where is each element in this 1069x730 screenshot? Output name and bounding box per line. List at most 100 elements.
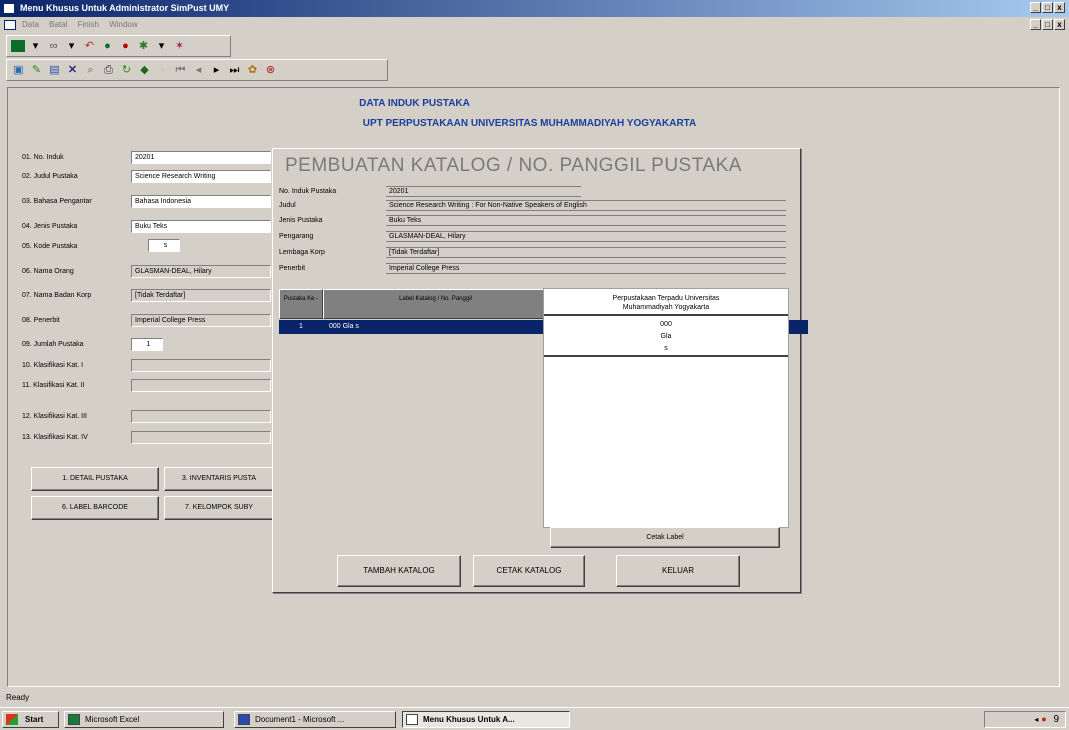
klasifikasi-3-field[interactable] <box>131 410 271 423</box>
keluar-button[interactable]: KELUAR <box>616 555 740 587</box>
dialog-penerbit-field[interactable]: Imperial College Press <box>386 263 786 274</box>
field-label-jumlah: 09. Jumlah Pustaka <box>22 341 84 348</box>
edit-icon[interactable]: ✎ <box>29 63 44 78</box>
judul-field[interactable]: Science Research Writing <box>131 170 271 183</box>
filter-icon[interactable]: ◆ <box>137 63 152 78</box>
start-label: Start <box>25 715 44 724</box>
dialog-judul-field[interactable]: Science Research Writing : For Non-Nativ… <box>386 200 786 211</box>
undo-icon[interactable]: ↶ <box>82 39 97 54</box>
preview-author-code: Gla <box>660 333 672 340</box>
preview-title-code: s <box>664 345 668 352</box>
prev-record-icon[interactable]: ◂ <box>191 63 206 78</box>
child-minimize-button[interactable]: _ <box>1030 19 1041 30</box>
star-icon[interactable]: ✶ <box>172 39 187 54</box>
word-icon <box>238 714 250 725</box>
taskbar-menu-khusus[interactable]: Menu Khusus Untuk A... <box>402 711 570 728</box>
monitor-icon[interactable] <box>11 40 25 52</box>
klasifikasi-1-field[interactable] <box>131 359 271 372</box>
field-label-klasifikasi-1: 10. Klasifikasi Kat. I <box>22 362 84 369</box>
preview-bottom-rule <box>544 355 788 357</box>
dropdown-arrow-icon[interactable]: ▾ <box>154 39 169 54</box>
next-record-icon[interactable]: ▸ <box>209 63 224 78</box>
maximize-button[interactable]: □ <box>1042 2 1053 13</box>
field-label-badan-korp: 07. Nama Badan Korp <box>22 292 92 299</box>
label-preview: Perpustakaan Terpadu Universitas Muhamma… <box>543 288 789 528</box>
tools-icon[interactable]: ✱ <box>136 39 151 54</box>
window-controls: _ □ x <box>1030 2 1065 13</box>
status-bar: Ready <box>6 693 30 702</box>
window-title: Menu Khusus Untuk Administrator SimPust … <box>20 3 230 13</box>
field-label-kode: 05. Kode Pustaka <box>22 243 78 250</box>
field-label-bahasa: 03. Bahasa Pengantar <box>22 198 92 205</box>
start-button[interactable]: Start <box>2 711 59 728</box>
inventaris-pustaka-button[interactable]: 3. INVENTARIS PUSTA <box>164 467 274 491</box>
taskbar-excel[interactable]: Microsoft Excel <box>64 711 224 728</box>
first-record-icon[interactable]: ⏮ <box>173 63 188 78</box>
no-induk-field[interactable]: 20201 <box>131 151 271 164</box>
form-header-institution: UPT PERPUSTAKAAN UNIVERSITAS MUHAMMADIYA… <box>362 118 697 129</box>
link-icon[interactable]: ∞ <box>46 39 61 54</box>
dialog-title: PEMBUATAN KATALOG / NO. PANGGIL PUSTAKA <box>285 155 742 176</box>
search-icon[interactable]: ⌕ <box>83 63 98 78</box>
klasifikasi-2-field[interactable] <box>131 379 271 392</box>
jenis-field[interactable]: Buku Teks <box>131 220 271 233</box>
menu-finish[interactable]: Finish <box>78 20 99 29</box>
preview-library-line2: Muhammadiyah Yogyakarta <box>622 304 710 311</box>
taskbar-word-label: Document1 - Microsoft ... <box>255 715 345 724</box>
volume-icon[interactable]: ◂ <box>1034 715 1038 724</box>
new-record-icon[interactable]: ▣ <box>11 63 26 78</box>
kelompok-subyek-button[interactable]: 7. KELOMPOK SUBY <box>164 496 274 520</box>
help-icon[interactable]: ✿ <box>245 63 260 78</box>
child-close-button[interactable]: x <box>1054 19 1065 30</box>
globe-icon[interactable]: ● <box>100 39 115 54</box>
exit-icon[interactable]: ⊗ <box>263 63 278 78</box>
print-icon[interactable]: ⎙ <box>101 63 116 78</box>
minimize-button[interactable]: _ <box>1030 2 1041 13</box>
field-label-klasifikasi-4: 13. Klasifikasi Kat. IV <box>22 434 88 441</box>
penerbit-field[interactable]: Imperial College Press <box>131 314 271 327</box>
dialog-jenis-field[interactable]: Buku Teks <box>386 215 786 226</box>
delete-icon[interactable]: ✕ <box>65 63 80 78</box>
preview-top-rule <box>544 314 788 316</box>
bahasa-field[interactable]: Bahasa Indonesia <box>131 195 271 208</box>
dialog-label-pengarang: Pengarang <box>279 233 314 240</box>
tambah-katalog-button[interactable]: TAMBAH KATALOG <box>337 555 461 587</box>
dialog-no-induk-field[interactable]: 20201 <box>386 186 581 197</box>
taskbar-menu-khusus-label: Menu Khusus Untuk A... <box>423 715 515 724</box>
jumlah-field[interactable]: 1 <box>131 338 163 351</box>
label-barcode-button[interactable]: 6. LABEL BARCODE <box>31 496 159 520</box>
close-button[interactable]: x <box>1054 2 1065 13</box>
klasifikasi-4-field[interactable] <box>131 431 271 444</box>
field-label-penerbit: 08. Penerbit <box>22 317 60 324</box>
save-icon[interactable]: ▤ <box>47 63 62 78</box>
field-label-jenis: 04. Jenis Pustaka <box>22 223 78 230</box>
menu-window[interactable]: Window <box>109 20 137 29</box>
dialog-label-judul: Judul <box>279 202 296 209</box>
app-window-icon <box>406 714 418 725</box>
kode-field[interactable]: s <box>148 239 180 252</box>
excel-icon <box>68 714 80 725</box>
child-maximize-button[interactable]: □ <box>1042 19 1053 30</box>
dropdown-arrow-icon[interactable]: ▾ <box>28 39 43 54</box>
field-label-klasifikasi-2: 11. Klasifikasi Kat. II <box>22 382 85 389</box>
nama-orang-field[interactable]: GLASMAN-DEAL, Hilary <box>131 265 271 278</box>
menu-batal[interactable]: Batal <box>49 20 67 29</box>
network-icon[interactable]: ● <box>1041 714 1046 724</box>
menu-data[interactable]: Data <box>22 20 39 29</box>
detail-pustaka-button[interactable]: 1. DETAIL PUSTAKA <box>31 467 159 491</box>
child-window-controls: _ □ x <box>1030 19 1065 30</box>
dialog-label-no-induk: No. Induk Pustaka <box>279 188 337 195</box>
dialog-lembaga-field[interactable]: [Tidak Terdaftar] <box>386 247 786 258</box>
cetak-katalog-button[interactable]: CETAK KATALOG <box>473 555 585 587</box>
dropdown-arrow-icon[interactable]: ▾ <box>64 39 79 54</box>
cetak-label-button[interactable]: Cetak Label <box>550 527 780 548</box>
katalog-dialog: PEMBUATAN KATALOG / NO. PANGGIL PUSTAKA … <box>272 148 808 593</box>
dialog-label-penerbit: Penerbit <box>279 265 306 272</box>
taskbar-word[interactable]: Document1 - Microsoft ... <box>234 711 396 728</box>
dialog-pengarang-field[interactable]: GLASMAN-DEAL, Hilary <box>386 231 786 242</box>
field-label-nama-orang: 06. Nama Orang <box>22 268 74 275</box>
bomb-icon[interactable]: ● <box>118 39 133 54</box>
refresh-icon[interactable]: ↻ <box>119 63 134 78</box>
badan-korp-field[interactable]: [Tidak Terdaftar] <box>131 289 271 302</box>
last-record-icon[interactable]: ⏭ <box>227 63 242 78</box>
